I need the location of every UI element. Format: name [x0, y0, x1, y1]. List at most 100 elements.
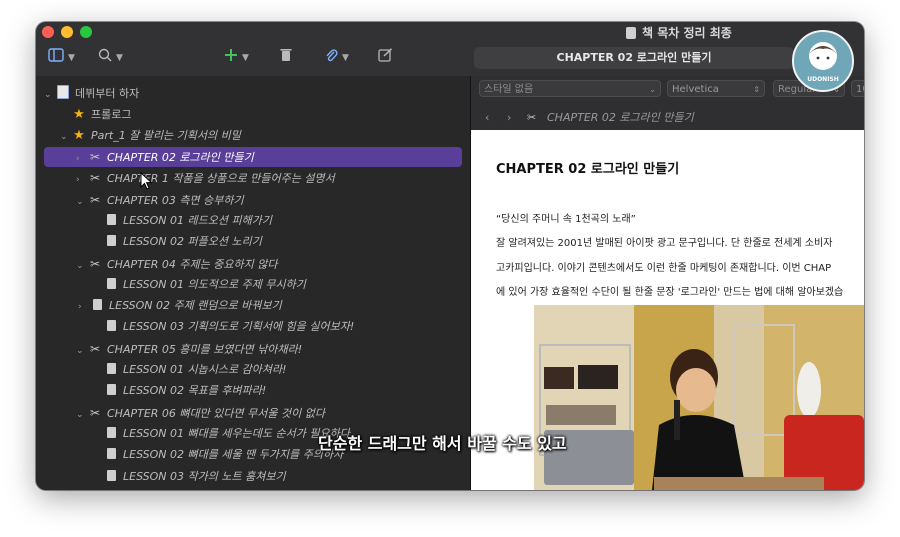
binder-item-label: LESSON 01 의도적으로 주제 무시하기 — [123, 277, 306, 291]
scissors-icon: ✂ — [89, 341, 101, 356]
binder-item-lesson[interactable]: LESSON 03 작가의 노트 훔쳐보기 — [92, 467, 286, 487]
add-button[interactable]: ▼ — [224, 48, 249, 68]
binder-item-lesson[interactable]: LESSON 01 뼈대를 세우는데도 순서가 필요하다 — [92, 424, 350, 444]
document-line: 고카피입니다. 이야기 콘텐츠에서도 이런 한줄 마케팅이 존재합니다. 이번 … — [496, 263, 832, 274]
compose-icon — [378, 48, 393, 62]
binder-item-label: CHAPTER 02 로그라인 만들기 — [107, 151, 254, 164]
binder-sidebar: ⌄ 데뷔부터 하자 ★ 프롤로그 ⌄ ★ Part_1 잘 팔리는 기획서의 비밀 › ✂… — [36, 76, 470, 490]
scissors-icon: ✂ — [89, 405, 101, 420]
binder-item-lesson[interactable]: LESSON 02 목표를 후벼파라! — [92, 381, 266, 401]
disclosure-closed-icon[interactable]: › — [76, 149, 88, 169]
disclosure-open-icon[interactable]: ⌄ — [60, 127, 72, 147]
trash-button[interactable] — [280, 48, 292, 68]
paperclip-icon — [326, 49, 338, 62]
sidebar-icon — [48, 48, 64, 62]
window-title: 책 목차 정리 최종 — [626, 24, 732, 41]
trash-icon — [280, 49, 292, 61]
chevron-updown-icon: ⌄ — [649, 85, 656, 94]
attach-button[interactable]: ▼ — [324, 48, 349, 68]
binder-item-lesson[interactable]: LESSON 01 의도적으로 주제 무시하기 — [92, 275, 306, 295]
search-button[interactable]: ▼ — [98, 48, 123, 68]
notebook-icon — [57, 85, 69, 99]
chevron-down-icon: ▼ — [116, 53, 123, 63]
editor-nav-title: CHAPTER 02 로그라인 만들기 — [547, 111, 694, 124]
binder-item-prologue[interactable]: ★ 프롤로그 — [60, 105, 131, 125]
binder-item-chapter[interactable]: › ✂ CHAPTER 02 로그라인 만들기 — [44, 147, 462, 167]
binder-item-label: LESSON 03 기획의도로 기획서에 힘을 실어보자! — [123, 320, 355, 334]
binder-item-label: CHAPTER 06 뼈대만 있다면 무서울 것이 없다 — [107, 406, 325, 420]
binder-item-lesson[interactable]: LESSON 03 기획의도로 기획서에 힘을 실어보자! — [92, 317, 354, 337]
binder-item-label: LESSON 01 뼈대를 세우는데도 순서가 필요하다 — [123, 426, 350, 440]
disclosure-open-icon[interactable]: ⌄ — [76, 341, 88, 361]
binder-item-chapter[interactable]: ⌄ ✂ CHAPTER 05 흥미를 보였다면 낚아채라! — [76, 339, 302, 359]
title-bar: 책 목차 정리 최종 ▼ ▼ ▼ ▼ CHAPTER 02 로그라인 만들기 — [36, 22, 864, 76]
photo-illustration — [534, 305, 864, 490]
document-icon — [106, 363, 116, 374]
video-subtitle: 단순한 드래그만 해서 바꿀 수도 있고 — [318, 434, 567, 453]
binder-item-label: CHAPTER 04 주제는 중요하지 않다 — [107, 257, 278, 271]
binder-item-lesson[interactable]: LESSON 02 퍼플오션 노리기 — [92, 232, 262, 252]
plus-icon — [225, 49, 237, 61]
channel-name: UDONISH — [807, 76, 839, 83]
scissors-icon: ✂ — [527, 111, 537, 124]
chevron-down-icon: ▼ — [242, 53, 249, 63]
binder-item-chapter[interactable]: ⌄ ✂ CHAPTER 04 주제는 중요하지 않다 — [76, 254, 278, 274]
document-line: 잘 알려져있는 2001년 발매된 아이팟 광고 문구입니다. 단 한줄로 전세… — [496, 238, 833, 249]
disclosure-closed-icon[interactable]: › — [76, 170, 88, 190]
document-icon — [106, 384, 116, 396]
minimize-window-button[interactable] — [61, 26, 73, 38]
document-icon — [106, 320, 116, 332]
channel-avatar: UDONISH — [792, 30, 854, 92]
binder-item-label: LESSON 02 뼈대를 세울 땐 두가지를 주의하자 — [123, 448, 344, 462]
font-select[interactable]: Helvetica ⇕ — [667, 80, 765, 97]
embedded-photo — [534, 305, 864, 490]
binder-item-label: LESSON 01 시놉시스로 감아쳐라! — [123, 363, 287, 376]
disclosure-open-icon[interactable]: ⌄ — [76, 405, 88, 425]
back-arrow-icon[interactable]: ‹ — [485, 106, 489, 130]
binder-item-lesson[interactable]: LESSON 01 시놉시스로 감아쳐라! — [92, 360, 287, 380]
binder-item-chapter[interactable]: › ✂ CHAPTER 1 작품을 상품으로 만들어주는 설명서 — [76, 168, 335, 188]
binder-item-chapter[interactable]: ⌄ ✂ CHAPTER 03 측면 승부하기 — [76, 190, 244, 210]
disclosure-open-icon[interactable]: ⌄ — [76, 192, 88, 212]
scissors-icon: ✂ — [89, 256, 101, 271]
document-icon — [626, 27, 636, 39]
binder-item-label: LESSON 03 작가의 노트 훔쳐보기 — [123, 469, 286, 483]
compose-button[interactable] — [378, 48, 393, 68]
document-icon — [106, 448, 116, 460]
document-icon — [92, 299, 102, 311]
binder-item-lesson[interactable]: › LESSON 02 주제 랜덤으로 바꿔보기 — [78, 296, 282, 316]
star-icon: ★ — [73, 128, 85, 143]
disclosure-open-icon[interactable]: ⌄ — [76, 256, 88, 276]
forward-arrow-icon[interactable]: › — [507, 106, 511, 130]
sidebar-toggle-button[interactable]: ▼ — [48, 48, 75, 68]
editor-nav-bar: ‹ › ✂ CHAPTER 02 로그라인 만들기 — [471, 106, 864, 130]
mouse-cursor-icon — [140, 172, 153, 190]
binder-item-label: CHAPTER 03 측면 승부하기 — [107, 193, 244, 207]
star-icon: ★ — [73, 107, 85, 122]
disclosure-open-icon[interactable]: ⌄ — [44, 85, 56, 105]
document-icon — [106, 426, 116, 438]
disclosure-closed-icon[interactable]: › — [78, 297, 90, 317]
document-heading: CHAPTER 02 로그라인 만들기 — [496, 162, 680, 177]
document-icon — [106, 469, 116, 481]
binder-item-lesson[interactable]: LESSON 02 뼈대를 세울 땐 두가지를 주의하자 — [92, 445, 343, 465]
document-icon — [106, 277, 116, 289]
binder-item-label: CHAPTER 05 흥미를 보였다면 낚아채라! — [107, 342, 303, 356]
binder-item-part1[interactable]: ⌄ ★ Part_1 잘 팔리는 기획서의 비밀 — [60, 126, 241, 146]
document-icon — [106, 213, 116, 225]
binder-item-chapter[interactable]: ⌄ ✂ CHAPTER 06 뼈대만 있다면 무서울 것이 없다 — [76, 403, 325, 423]
document-icon — [106, 235, 116, 247]
binder-root[interactable]: ⌄ 데뷔부터 하자 — [44, 84, 139, 104]
style-select[interactable]: 스타일 없음 ⌄ — [479, 80, 661, 97]
close-window-button[interactable] — [42, 26, 54, 38]
chevron-down-icon: ▼ — [68, 53, 75, 63]
path-title-bar: CHAPTER 02 로그라인 만들기 — [474, 47, 794, 69]
chevron-updown-icon: ⇕ — [753, 85, 760, 94]
scissors-icon: ✂ — [89, 192, 101, 207]
binder-item-label: LESSON 02 퍼플오션 노리기 — [123, 235, 262, 249]
chevron-down-icon: ▼ — [342, 53, 349, 63]
zoom-window-button[interactable] — [80, 26, 92, 38]
size-select[interactable]: 10 — [851, 80, 864, 97]
binder-item-lesson[interactable]: LESSON 01 레드오션 피해가기 — [92, 211, 272, 231]
document-line: 에 있어 가장 효율적인 수단이 될 한줄 문장 '로그라인' 만드는 법에 대… — [496, 287, 844, 298]
